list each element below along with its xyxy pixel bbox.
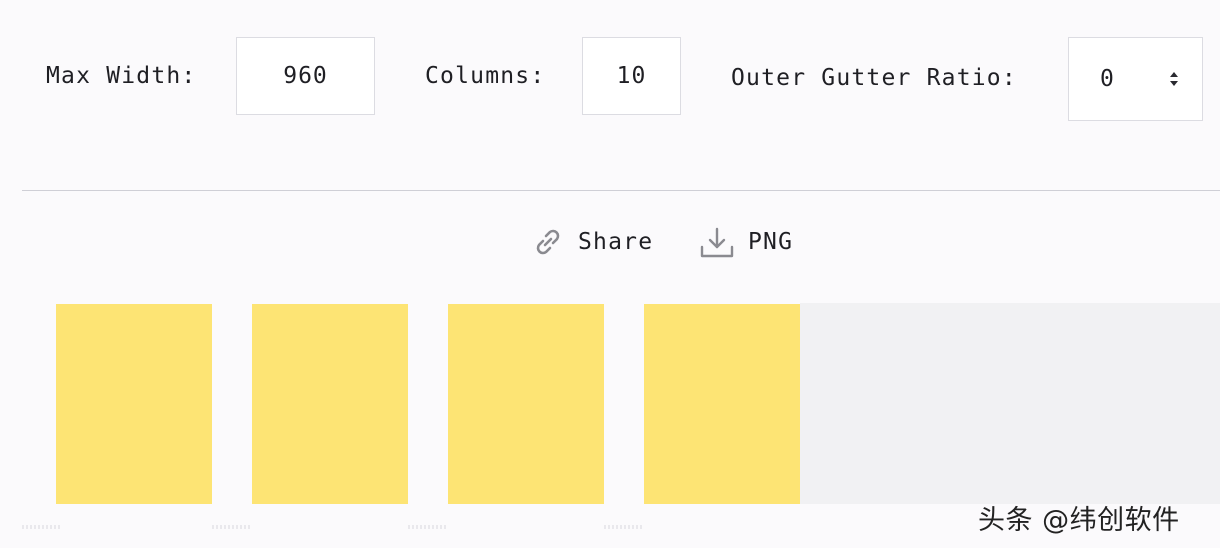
columns-input[interactable] <box>583 63 680 89</box>
stepper-icon[interactable] <box>1168 69 1180 89</box>
grid-preview <box>0 303 1220 504</box>
grid-column <box>448 304 604 504</box>
column-caption-placeholder <box>212 525 252 529</box>
column-caption-placeholder <box>22 525 62 529</box>
download-icon <box>700 227 734 258</box>
outer-gutter-ratio-label: Outer Gutter Ratio: <box>731 65 1017 91</box>
outer-gutter-ratio-select[interactable]: 0 <box>1068 37 1203 121</box>
share-button[interactable]: Share <box>530 219 653 265</box>
grid-column <box>56 304 212 504</box>
grid-column <box>644 304 800 504</box>
column-caption-placeholder <box>408 525 448 529</box>
max-width-input[interactable] <box>237 63 374 89</box>
grid-column <box>252 304 408 504</box>
outer-gutter-ratio-value: 0 <box>1100 66 1115 92</box>
max-width-label: Max Width: <box>46 63 197 89</box>
section-divider <box>22 190 1220 191</box>
share-label: Share <box>578 229 654 255</box>
column-caption-placeholder <box>604 525 644 529</box>
max-width-input-box[interactable] <box>236 37 375 115</box>
grid-empty-area <box>800 303 1220 504</box>
columns-input-box[interactable] <box>582 37 681 115</box>
watermark: 头条 @纬创软件 <box>978 505 1180 536</box>
png-label: PNG <box>748 229 794 255</box>
export-actions: Share PNG <box>0 219 1220 265</box>
png-download-button[interactable]: PNG <box>698 219 793 265</box>
link-icon <box>536 229 560 255</box>
columns-label: Columns: <box>425 63 546 89</box>
grid-settings-bar: Max Width: Columns: Outer Gutter Ratio: … <box>0 0 1220 190</box>
